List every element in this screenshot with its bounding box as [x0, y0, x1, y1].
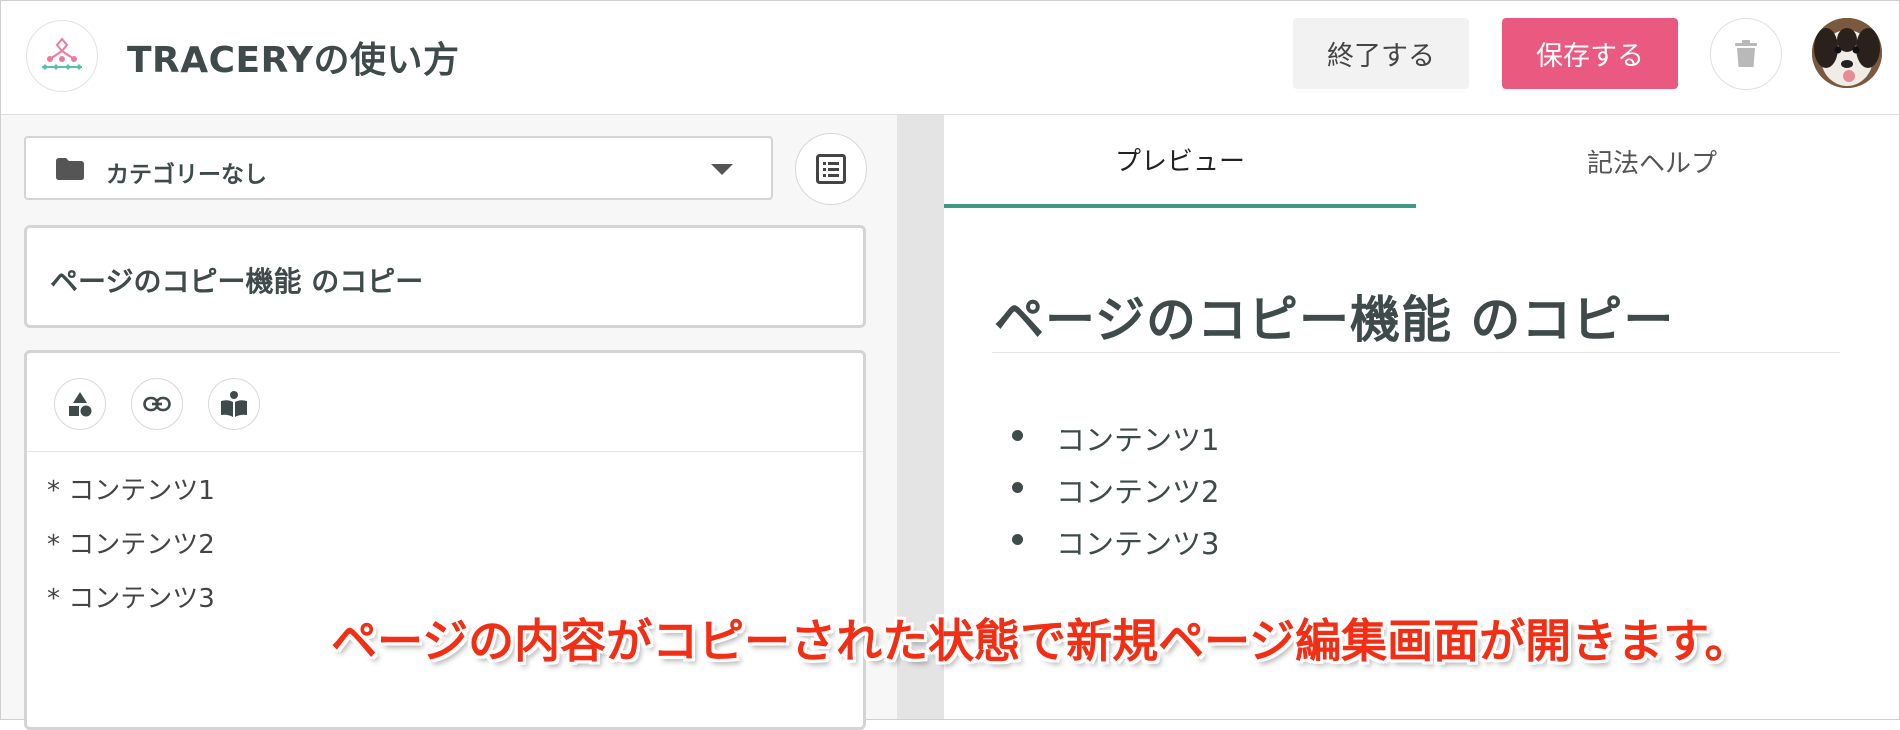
- tab-preview[interactable]: プレビュー: [944, 115, 1416, 208]
- list-item: コンテンツ2: [994, 469, 1219, 521]
- preview-heading: ページのコピー機能 のコピー: [994, 291, 1675, 349]
- editor-toolbar: [27, 353, 863, 452]
- editor-line: * コンテンツ1: [47, 476, 215, 506]
- app-header: TRACERYの使い方 終了する 保存する: [1, 1, 1899, 115]
- dropdown-caret-icon: [711, 164, 733, 175]
- bullet-icon: [1012, 534, 1023, 545]
- trash-icon: [1735, 40, 1757, 67]
- editor-line: * コンテンツ2: [47, 530, 215, 560]
- save-button[interactable]: 保存する: [1502, 18, 1678, 89]
- app-title: TRACERYの使い方: [127, 40, 460, 81]
- bullet-icon: [1012, 430, 1023, 441]
- toc-button[interactable]: [795, 133, 867, 205]
- insert-link-button[interactable]: [131, 378, 183, 430]
- toc-icon: [816, 154, 846, 184]
- insert-shape-button[interactable]: [54, 378, 106, 430]
- category-label: カテゴリーなし: [106, 162, 267, 188]
- markdown-editor[interactable]: * コンテンツ1 * コンテンツ2 * コンテンツ3: [24, 350, 866, 730]
- delete-button[interactable]: [1710, 18, 1782, 90]
- shapes-icon: [69, 392, 92, 417]
- editor-line: * コンテンツ3: [47, 584, 215, 614]
- book-icon: [221, 391, 247, 417]
- bullet-icon: [1012, 482, 1023, 493]
- link-icon: [143, 396, 171, 412]
- folder-icon: [56, 158, 84, 180]
- heading-rule: [992, 352, 1840, 353]
- annotation-caption: ページの内容がコピーされた状態で新規ページ編集画面が開きます。: [331, 614, 1751, 668]
- tab-syntax-help[interactable]: 記法ヘルプ: [1416, 115, 1888, 208]
- category-select[interactable]: カテゴリーなし: [24, 136, 773, 200]
- preview-list: コンテンツ1 コンテンツ2 コンテンツ3: [994, 417, 1219, 573]
- page-title-text: ページのコピー機能 のコピー: [50, 265, 424, 298]
- avatar[interactable]: [1812, 18, 1882, 88]
- logo-icon[interactable]: [26, 20, 98, 92]
- list-item: コンテンツ3: [994, 521, 1219, 573]
- insert-reference-button[interactable]: [208, 378, 260, 430]
- list-item: コンテンツ1: [994, 417, 1219, 469]
- page-title-input[interactable]: ページのコピー機能 のコピー: [24, 225, 866, 328]
- exit-button[interactable]: 終了する: [1293, 18, 1469, 89]
